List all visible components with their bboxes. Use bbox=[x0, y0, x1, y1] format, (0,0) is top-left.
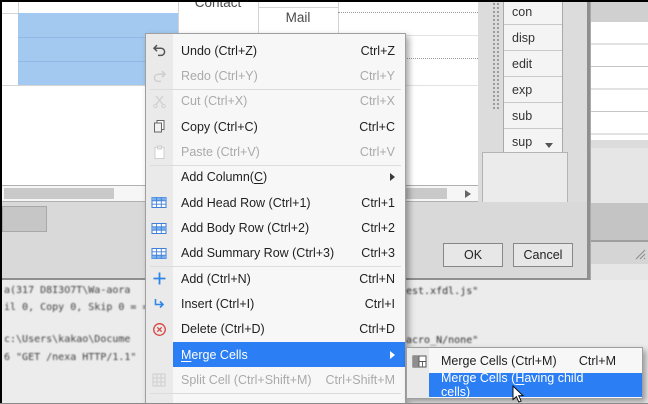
undo-icon bbox=[151, 43, 167, 59]
table-summary-row-icon bbox=[151, 245, 167, 261]
resize-grip-icon[interactable] bbox=[635, 247, 646, 265]
insert-icon bbox=[151, 296, 167, 312]
scroll-right-button[interactable] bbox=[458, 186, 478, 201]
grid-line bbox=[338, 0, 339, 33]
menu-item-add[interactable]: Add (Ctrl+N) Ctrl+N bbox=[146, 266, 405, 291]
mouse-cursor bbox=[512, 385, 524, 404]
split-cell-icon bbox=[151, 372, 167, 388]
grid-cell-mail[interactable]: Mail bbox=[258, 10, 338, 25]
copy-icon bbox=[151, 119, 167, 135]
menu-item-add-summary-row[interactable]: Add Summary Row (Ctrl+3) Ctrl+3 bbox=[146, 241, 405, 266]
menu-separator bbox=[150, 89, 401, 90]
menu-item-add-body-row[interactable]: Add Body Row (Ctrl+2) Ctrl+2 bbox=[146, 215, 405, 240]
submenu-arrow-icon bbox=[390, 351, 395, 359]
menu-item-split-cell[interactable]: Split Cell (Ctrl+Shift+M) Ctrl+Shift+M bbox=[146, 367, 405, 392]
menu-item-delete[interactable]: Delete (Ctrl+D) Ctrl+D bbox=[146, 317, 405, 342]
menu-item-cut[interactable]: Cut (Ctrl+X) Ctrl+X bbox=[146, 89, 405, 114]
menu-item-undo[interactable]: Undo (Ctrl+Z) Ctrl+Z bbox=[146, 38, 405, 63]
menu-item-insert[interactable]: Insert (Ctrl+I) Ctrl+I bbox=[146, 291, 405, 316]
menu-item-merge-cells-ctrl-m[interactable]: Merge Cells (Ctrl+M) Ctrl+M bbox=[407, 349, 642, 373]
menu-item-add-column[interactable]: Add Column(C) bbox=[146, 165, 405, 190]
console-line: a(317 D8I3O7T\Wa-aora bbox=[4, 285, 130, 296]
console-line: est.xfdl.js" bbox=[406, 286, 478, 297]
delete-icon bbox=[151, 321, 167, 337]
property-item[interactable]: exp bbox=[504, 77, 562, 103]
merge-cells-submenu: Merge Cells (Ctrl+M) Ctrl+M Merge Cells … bbox=[406, 347, 643, 399]
dropdown-arrow-icon[interactable] bbox=[545, 143, 553, 148]
menu-item-redo[interactable]: Redo (Ctrl+Y) Ctrl+Y bbox=[146, 63, 405, 88]
console-line: 6 "GET /nexa HTTP/1.1" bbox=[4, 352, 136, 363]
menu-item-merge-cells-having-child-cells[interactable]: Merge Cells (Having child cells) bbox=[407, 373, 642, 397]
grid-editor-screen: Contact Mail con disp edit exp sub sup O… bbox=[0, 0, 648, 404]
menu-item-add-head-row[interactable]: Add Head Row (Ctrl+1) Ctrl+1 bbox=[146, 190, 405, 215]
table-head-row-icon bbox=[151, 195, 167, 211]
menu-item-paste[interactable]: Paste (Ctrl+V) Ctrl+V bbox=[146, 139, 405, 164]
inset-panel bbox=[482, 152, 568, 204]
scroll-arrow-right-icon bbox=[465, 190, 471, 198]
drag-grip[interactable] bbox=[492, 2, 500, 110]
window-border bbox=[0, 0, 648, 2]
sidebar-header bbox=[591, 0, 648, 22]
selection-marquee bbox=[338, 12, 478, 13]
plus-icon bbox=[151, 271, 167, 287]
paste-icon bbox=[151, 144, 167, 160]
console-line: c:\Users\kakao\Docume bbox=[4, 334, 130, 345]
status-box bbox=[2, 206, 47, 232]
menu-separator bbox=[150, 165, 401, 166]
cut-icon bbox=[151, 93, 167, 109]
merge-cells-icon bbox=[411, 353, 427, 369]
context-menu: Undo (Ctrl+Z) Ctrl+Z Redo (Ctrl+Y) Ctrl+… bbox=[145, 33, 406, 404]
redo-icon bbox=[151, 68, 167, 84]
window-border bbox=[0, 0, 2, 404]
property-list: con disp edit exp sub sup bbox=[503, 0, 563, 154]
console-line: acro_N/none" bbox=[406, 335, 478, 346]
menu-separator bbox=[150, 266, 401, 267]
sidebar-list[interactable] bbox=[591, 22, 648, 140]
console-line: il 0, Copy 0, Skip 0 = = bbox=[4, 302, 149, 313]
menu-separator bbox=[150, 393, 401, 394]
submenu-arrow-icon bbox=[390, 173, 395, 181]
table-body-row-icon bbox=[151, 220, 167, 236]
menu-item-merge-cells[interactable]: Merge Cells bbox=[146, 342, 405, 367]
property-item[interactable]: sub bbox=[504, 103, 562, 129]
property-item[interactable]: edit bbox=[504, 51, 562, 77]
grid-line bbox=[258, 7, 338, 8]
ok-button[interactable]: OK bbox=[443, 243, 503, 267]
scrollbar-thumb[interactable] bbox=[403, 188, 447, 199]
cancel-button[interactable]: Cancel bbox=[513, 243, 573, 267]
scrollbar-thumb[interactable] bbox=[4, 188, 114, 199]
menu-item-copy[interactable]: Copy (Ctrl+C) Ctrl+C bbox=[146, 114, 405, 139]
property-item[interactable]: con bbox=[504, 0, 562, 25]
property-item[interactable]: disp bbox=[504, 25, 562, 51]
